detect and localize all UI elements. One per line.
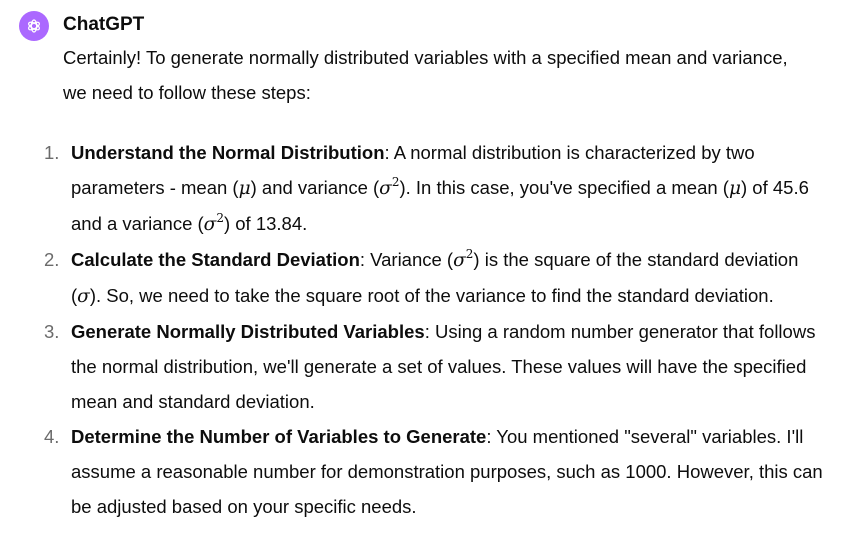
- math-sigma-squared: σ2: [203, 211, 224, 235]
- step-text: ) and variance (: [250, 177, 380, 198]
- steps-list: 1. Understand the Normal Distribution: A…: [44, 135, 833, 524]
- openai-logo-icon: [28, 19, 40, 33]
- math-sigma-squared: σ2: [379, 176, 399, 199]
- step-title: Calculate the Standard Deviation: [71, 249, 360, 270]
- math-sigma: σ: [77, 286, 90, 307]
- list-item: 4. Determine the Number of Variables to …: [44, 419, 826, 524]
- step-text: : Variance (: [359, 249, 454, 270]
- math-mu: μ: [238, 178, 251, 199]
- math-sigma: σ: [453, 250, 466, 271]
- math-sigma-squared: σ2: [453, 248, 473, 271]
- step-number: 4.: [44, 426, 60, 447]
- math-exponent: 2: [216, 211, 224, 226]
- step-title: Determine the Number of Variables to Gen…: [71, 426, 487, 447]
- step-text: ) of 13.84.: [223, 213, 308, 234]
- step-number: 3.: [44, 321, 60, 342]
- math-sigma: σ: [379, 178, 392, 199]
- step-text: ). In this case, you've specified a mean…: [399, 177, 729, 198]
- math-mu: μ: [728, 178, 741, 199]
- list-item: 2. Calculate the Standard Deviation: Var…: [44, 242, 826, 314]
- step-text: ). So, we need to take the square root o…: [89, 285, 774, 306]
- step-number: 2.: [44, 249, 60, 270]
- message-author: ChatGPT: [63, 14, 145, 35]
- math-sigma: σ: [203, 214, 217, 235]
- step-title: Generate Normally Distributed Variables: [71, 321, 425, 342]
- list-item: 1. Understand the Normal Distribution: A…: [44, 135, 826, 242]
- step-number: 1.: [44, 142, 60, 163]
- list-item: 3. Generate Normally Distributed Variabl…: [44, 314, 826, 419]
- assistant-avatar: [19, 11, 49, 41]
- step-title: Understand the Normal Distribution: [71, 142, 385, 163]
- assistant-message: Certainly! To generate normally distribu…: [44, 40, 833, 524]
- message-intro: Certainly! To generate normally distribu…: [63, 47, 788, 103]
